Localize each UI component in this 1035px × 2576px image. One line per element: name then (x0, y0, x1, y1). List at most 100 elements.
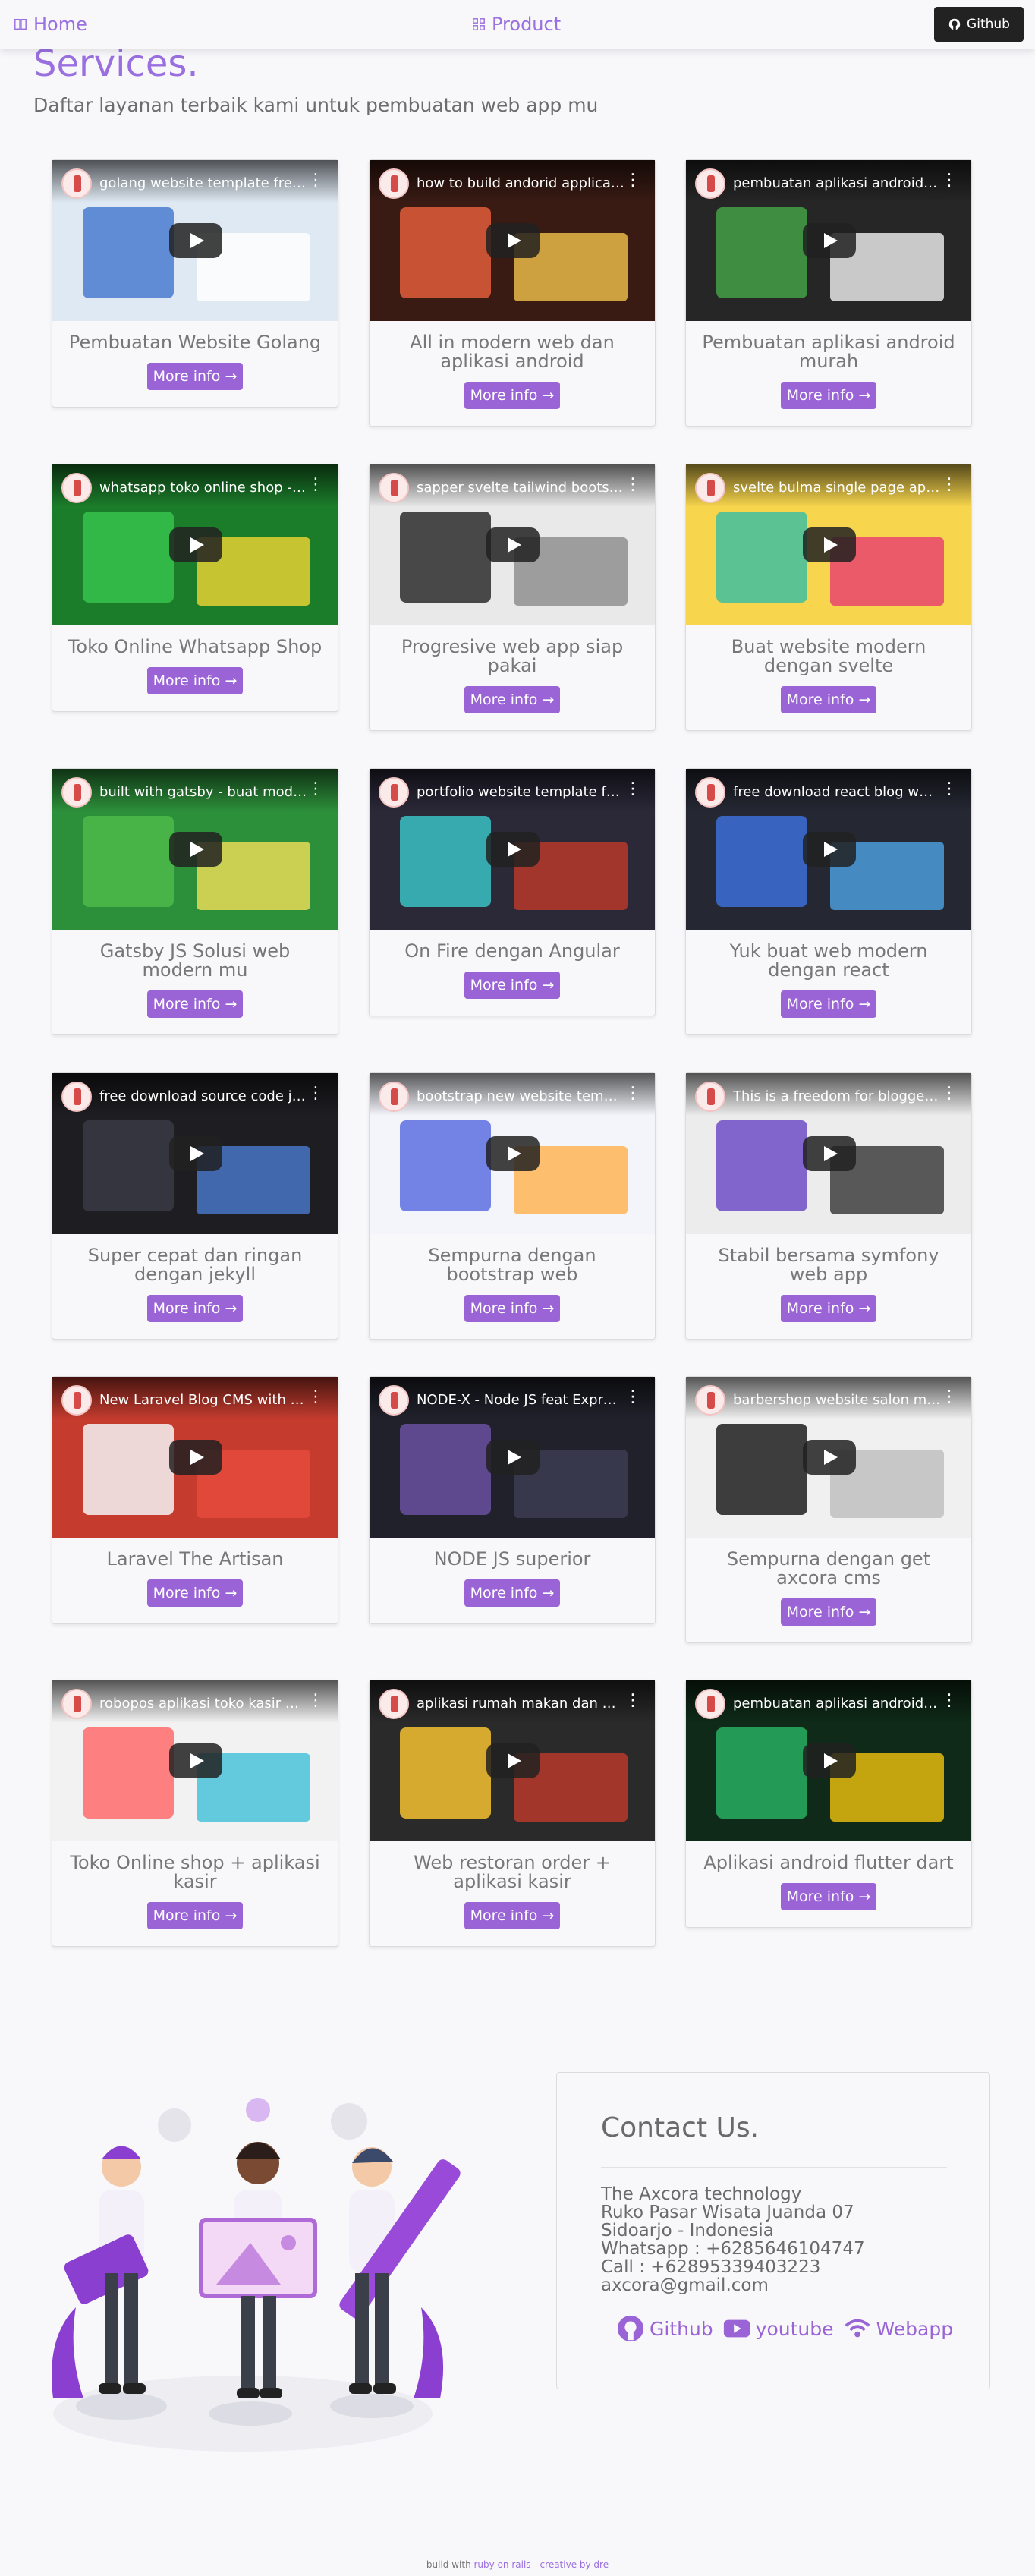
video-thumbnail[interactable]: built with gatsby - buat moder... ⋮ (52, 769, 338, 930)
play-button-icon[interactable] (803, 223, 856, 258)
play-button-icon[interactable] (169, 1743, 222, 1778)
more-info-button[interactable]: More info → (781, 686, 876, 713)
video-title[interactable]: pembuatan aplikasi android w... (733, 1696, 941, 1712)
more-info-button[interactable]: More info → (147, 667, 243, 694)
video-title[interactable]: robopos aplikasi toko kasir + ... (99, 1696, 307, 1712)
more-info-button[interactable]: More info → (781, 1883, 876, 1910)
more-info-button[interactable]: More info → (464, 382, 560, 409)
more-options-icon[interactable]: ⋮ (307, 1693, 324, 1709)
play-button-icon[interactable] (803, 527, 856, 562)
play-button-icon[interactable] (169, 832, 222, 867)
video-title[interactable]: New Laravel Blog CMS with L... (99, 1392, 307, 1408)
more-options-icon[interactable]: ⋮ (941, 1693, 958, 1709)
channel-avatar-icon[interactable] (379, 1082, 409, 1112)
video-title[interactable]: aplikasi rumah makan dan we... (417, 1696, 624, 1712)
channel-avatar-icon[interactable] (379, 777, 409, 808)
video-thumbnail[interactable]: NODE-X - Node JS feat Expres... ⋮ (370, 1377, 655, 1538)
channel-avatar-icon[interactable] (379, 168, 409, 199)
video-thumbnail[interactable]: free download react blog web... ⋮ (686, 769, 971, 930)
video-title[interactable]: barbershop website salon mo... (733, 1392, 941, 1408)
channel-avatar-icon[interactable] (61, 1385, 92, 1416)
channel-avatar-icon[interactable] (695, 473, 725, 503)
channel-avatar-icon[interactable] (695, 1689, 725, 1719)
video-title[interactable]: sapper svelte tailwind bootstr... (417, 480, 624, 496)
more-options-icon[interactable]: ⋮ (941, 172, 958, 189)
channel-avatar-icon[interactable] (695, 168, 725, 199)
more-options-icon[interactable]: ⋮ (941, 1389, 958, 1406)
more-info-button[interactable]: More info → (147, 1902, 243, 1929)
play-button-icon[interactable] (169, 1440, 222, 1475)
more-options-icon[interactable]: ⋮ (624, 1389, 641, 1406)
channel-avatar-icon[interactable] (61, 168, 92, 199)
channel-avatar-icon[interactable] (61, 1689, 92, 1719)
video-title[interactable]: how to build andorid applicati... (417, 175, 624, 191)
video-thumbnail[interactable]: robopos aplikasi toko kasir + ... ⋮ (52, 1680, 338, 1841)
more-options-icon[interactable]: ⋮ (624, 477, 641, 493)
more-options-icon[interactable]: ⋮ (307, 1085, 324, 1102)
play-button-icon[interactable] (486, 223, 540, 258)
video-title[interactable]: portfolio website template fre... (417, 784, 624, 800)
channel-avatar-icon[interactable] (695, 1082, 725, 1112)
more-options-icon[interactable]: ⋮ (624, 1085, 641, 1102)
video-thumbnail[interactable]: New Laravel Blog CMS with L... ⋮ (52, 1377, 338, 1538)
video-thumbnail[interactable]: aplikasi rumah makan dan we... ⋮ (370, 1680, 655, 1841)
video-thumbnail[interactable]: how to build andorid applicati... ⋮ (370, 160, 655, 321)
play-button-icon[interactable] (803, 1440, 856, 1475)
play-button-icon[interactable] (486, 1743, 540, 1778)
more-info-button[interactable]: More info → (147, 990, 243, 1018)
play-button-icon[interactable] (169, 527, 222, 562)
video-thumbnail[interactable]: svelte bulma single page app ... ⋮ (686, 464, 971, 625)
more-options-icon[interactable]: ⋮ (941, 781, 958, 798)
video-thumbnail[interactable]: barbershop website salon mo... ⋮ (686, 1377, 971, 1538)
channel-avatar-icon[interactable] (379, 1689, 409, 1719)
more-options-icon[interactable]: ⋮ (307, 477, 324, 493)
video-title[interactable]: free download source code je... (99, 1088, 307, 1104)
video-title[interactable]: pembuatan aplikasi android m... (733, 175, 941, 191)
more-info-button[interactable]: More info → (781, 990, 876, 1018)
more-options-icon[interactable]: ⋮ (307, 172, 324, 189)
more-info-button[interactable]: More info → (147, 1579, 243, 1607)
video-thumbnail[interactable]: sapper svelte tailwind bootstr... ⋮ (370, 464, 655, 625)
contact-github-link[interactable]: Github (616, 2314, 713, 2343)
video-thumbnail[interactable]: whatsapp toko online shop - ... ⋮ (52, 464, 338, 625)
more-options-icon[interactable]: ⋮ (307, 1389, 324, 1406)
footer-credit-link[interactable]: creative by dre (540, 2559, 609, 2570)
play-button-icon[interactable] (169, 1136, 222, 1171)
more-options-icon[interactable]: ⋮ (624, 1693, 641, 1709)
more-info-button[interactable]: More info → (464, 972, 560, 999)
video-thumbnail[interactable]: bootstrap new website templa... ⋮ (370, 1073, 655, 1234)
play-button-icon[interactable] (803, 1743, 856, 1778)
more-info-button[interactable]: More info → (464, 1579, 560, 1607)
more-info-button[interactable]: More info → (781, 1295, 876, 1322)
video-title[interactable]: NODE-X - Node JS feat Expres... (417, 1392, 624, 1408)
video-title[interactable]: This is a freedom for blogger symfony we… (733, 1088, 941, 1104)
nav-home-link[interactable]: Home (14, 14, 87, 35)
video-title[interactable]: whatsapp toko online shop - ... (99, 480, 307, 496)
video-title[interactable]: bootstrap new website templa... (417, 1088, 624, 1104)
more-options-icon[interactable]: ⋮ (941, 477, 958, 493)
channel-avatar-icon[interactable] (695, 1385, 725, 1416)
video-thumbnail[interactable]: free download source code je... ⋮ (52, 1073, 338, 1234)
more-info-button[interactable]: More info → (464, 1295, 560, 1322)
more-info-button[interactable]: More info → (781, 382, 876, 409)
more-options-icon[interactable]: ⋮ (624, 172, 641, 189)
play-button-icon[interactable] (803, 832, 856, 867)
github-button[interactable]: Github (934, 7, 1024, 42)
play-button-icon[interactable] (486, 832, 540, 867)
more-info-button[interactable]: More info → (464, 1902, 560, 1929)
play-button-icon[interactable] (486, 1440, 540, 1475)
more-info-button[interactable]: More info → (464, 686, 560, 713)
channel-avatar-icon[interactable] (379, 1385, 409, 1416)
nav-product-link[interactable]: Product (472, 14, 561, 35)
more-options-icon[interactable]: ⋮ (941, 1085, 958, 1102)
video-thumbnail[interactable]: This is a freedom for blogger symfony we… (686, 1073, 971, 1234)
channel-avatar-icon[interactable] (379, 473, 409, 503)
play-button-icon[interactable] (169, 223, 222, 258)
video-thumbnail[interactable]: pembuatan aplikasi android w... ⋮ (686, 1680, 971, 1841)
video-thumbnail[interactable]: golang website template free ... ⋮ (52, 160, 338, 321)
video-title[interactable]: built with gatsby - buat moder... (99, 784, 307, 800)
channel-avatar-icon[interactable] (61, 1082, 92, 1112)
more-info-button[interactable]: More info → (147, 1295, 243, 1322)
channel-avatar-icon[interactable] (61, 473, 92, 503)
channel-avatar-icon[interactable] (61, 777, 92, 808)
